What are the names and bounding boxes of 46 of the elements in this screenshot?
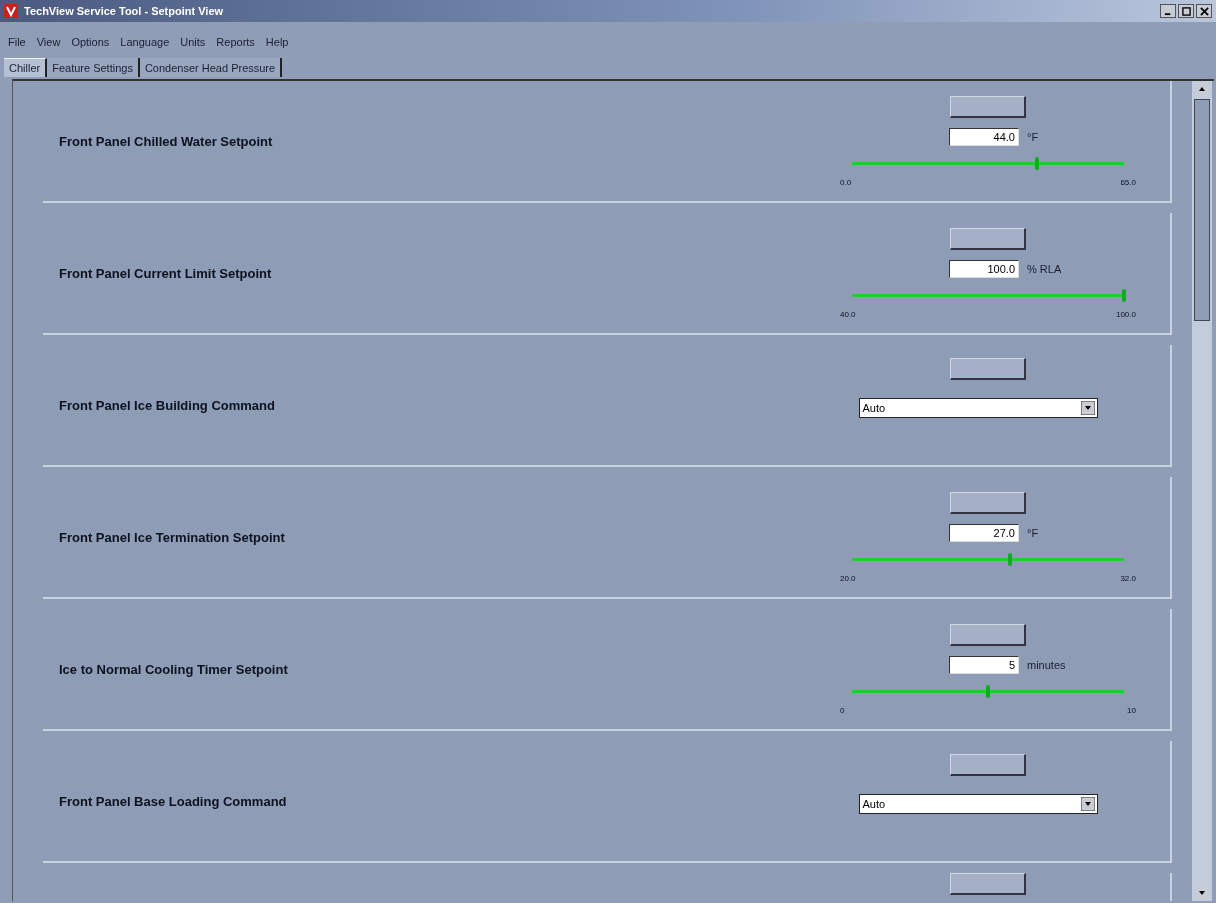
menu-item[interactable]: Help [265,36,289,48]
menu-item[interactable]: Reports [216,36,255,48]
slider-thumb[interactable] [1007,552,1012,566]
dropdown[interactable]: Auto [858,794,1098,814]
setpoint-label: Front Panel Chilled Water Setpoint [59,133,274,149]
range-max-label: 65.0 [1120,177,1136,187]
window-title: TechView Service Tool - Setpoint View [24,5,224,17]
slider-thumb[interactable] [1034,156,1039,170]
menu-item[interactable]: Units [180,36,206,48]
vertical-scrollbar[interactable] [1192,81,1212,901]
setpoint-label: Front Panel Ice Building Command [59,397,276,413]
scroll-up-icon[interactable] [1196,83,1208,95]
value-field[interactable]: 5 [949,655,1019,674]
range-min-label: 0 [840,705,845,715]
menu-item[interactable]: View [36,36,61,48]
dropdown[interactable]: Auto [858,398,1098,418]
range-min-label: 0.0 [840,177,852,187]
scrollbar-thumb[interactable] [1194,99,1210,321]
setpoint-label: Ice to Normal Cooling Timer Setpoint [59,661,289,677]
dropdown-arrow-icon[interactable] [1080,401,1095,415]
range-min-label: 40.0 [840,309,856,319]
unit-label: minutes [1027,658,1067,671]
range-max-label: 32.0 [1120,573,1136,583]
range-max-label: 100.0 [1115,309,1136,319]
slider-thumb[interactable] [1122,288,1126,302]
setpoint-label: Front Panel Current Limit Setpoint [59,265,273,281]
value-field[interactable]: 44.0 [949,127,1019,146]
range-min-label: 20.0 [840,573,856,583]
unit-label: °F [1027,526,1040,539]
menu-item[interactable]: Options [71,36,110,48]
tab[interactable]: Condenser Head Pressure [139,58,283,77]
tab[interactable]: Feature Settings [47,58,140,77]
setpoint-label: Front Panel Base Loading Command [59,793,288,809]
slider-thumb[interactable] [986,684,990,698]
setpoint-label: Front Panel Ice Termination Setpoint [59,529,286,545]
dropdown-arrow-icon[interactable] [1080,797,1095,811]
menu-item[interactable]: File [8,36,26,48]
menu-item[interactable]: Language [120,36,170,48]
range-max-label: 10 [1127,705,1136,715]
scroll-down-icon[interactable] [1196,887,1208,899]
value-field[interactable]: 100.0 [949,259,1019,278]
value-field[interactable]: 27.0 [949,523,1019,542]
tab[interactable]: Chiller [4,58,48,77]
app-logo-icon [4,4,18,18]
unit-label: % RLA [1027,262,1063,275]
unit-label: °F [1027,130,1040,143]
